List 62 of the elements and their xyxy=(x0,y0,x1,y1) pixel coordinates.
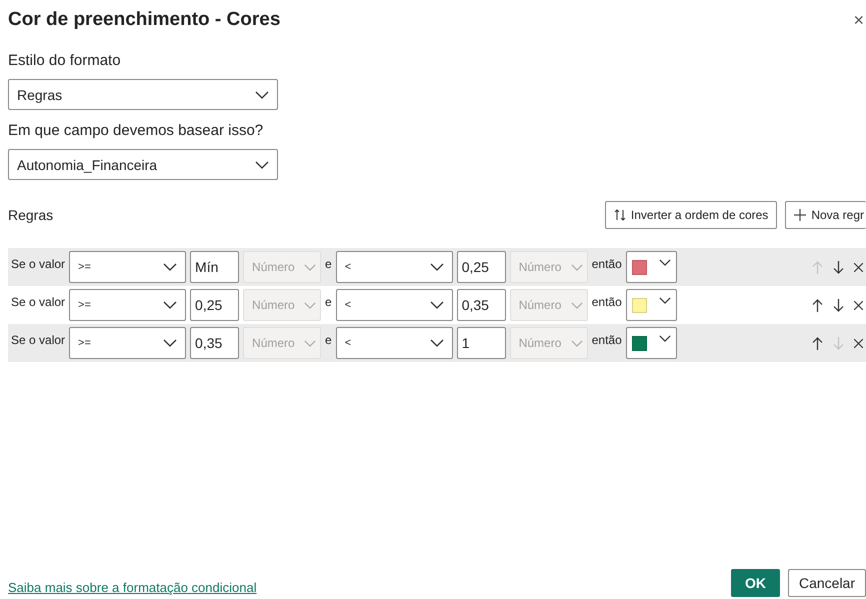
then-label: então xyxy=(592,295,622,309)
field-label: Em que campo devemos basear isso? xyxy=(8,122,264,139)
new-rule-button[interactable]: Nova regr xyxy=(785,201,866,229)
chevron-down-icon xyxy=(570,302,583,308)
chevron-down-icon xyxy=(163,339,178,347)
condition-label: Se o valor xyxy=(11,295,66,309)
operator-dropdown[interactable]: >= xyxy=(69,251,186,283)
condition-label: Se o valor xyxy=(11,257,66,271)
and-label: e xyxy=(325,333,332,347)
delete-icon[interactable] xyxy=(854,262,863,272)
chevron-down-icon xyxy=(658,335,671,342)
ok-button[interactable]: OK xyxy=(730,569,780,597)
reverse-colors-button[interactable]: Inverter a ordem de cores xyxy=(604,201,778,229)
chevron-down-icon xyxy=(658,297,671,304)
move-down-icon[interactable] xyxy=(833,298,844,312)
chevron-down-icon xyxy=(430,301,444,309)
rules-label: Regras xyxy=(8,207,54,223)
chevron-down-icon xyxy=(304,264,316,270)
learn-more-link[interactable]: Saiba mais sobre a formatação condicional xyxy=(8,580,257,595)
and-label: e xyxy=(325,295,332,309)
delete-icon[interactable] xyxy=(854,300,863,310)
value-input[interactable]: 0,25 xyxy=(456,251,506,283)
cancel-button[interactable]: Cancelar xyxy=(788,569,866,597)
and-label: e xyxy=(325,257,332,271)
chevron-down-icon xyxy=(255,160,269,168)
chevron-down-icon xyxy=(570,264,583,270)
chevron-down-icon xyxy=(255,90,269,98)
sort-arrows-icon xyxy=(614,209,626,221)
format-style-dropdown[interactable]: Regras xyxy=(8,79,278,110)
value-input[interactable]: 0,35 xyxy=(190,327,240,359)
value-input[interactable]: 1 xyxy=(456,327,506,359)
then-label: então xyxy=(592,257,622,271)
operator-dropdown[interactable]: >= xyxy=(69,289,186,321)
operator-dropdown[interactable]: < xyxy=(336,289,453,321)
plus-icon xyxy=(794,209,806,221)
chevron-down-icon xyxy=(430,263,444,271)
chevron-down-icon xyxy=(570,340,583,346)
chevron-down-icon xyxy=(163,263,178,271)
delete-icon[interactable] xyxy=(854,338,863,348)
condition-label: Se o valor xyxy=(11,333,66,347)
color-picker[interactable] xyxy=(626,251,677,283)
value-input[interactable]: 0,35 xyxy=(456,289,506,321)
move-down-icon[interactable] xyxy=(833,260,844,274)
chevron-down-icon xyxy=(304,340,316,346)
close-button[interactable]: × xyxy=(851,10,866,30)
value-input[interactable]: 0,25 xyxy=(190,289,240,321)
move-up-icon[interactable] xyxy=(812,336,823,350)
color-picker[interactable] xyxy=(626,289,677,321)
chevron-down-icon xyxy=(304,302,316,308)
format-style-label: Estilo do formato xyxy=(8,52,122,69)
dialog-title: Cor de preenchimento - Cores xyxy=(8,9,280,31)
chevron-down-icon xyxy=(430,339,444,347)
move-up-icon[interactable] xyxy=(812,298,823,312)
operator-dropdown[interactable]: >= xyxy=(69,327,186,359)
value-input[interactable]: Mín xyxy=(190,251,240,283)
then-label: então xyxy=(592,333,622,347)
chevron-down-icon xyxy=(658,259,671,266)
chevron-down-icon xyxy=(163,301,178,309)
field-dropdown[interactable]: Autonomia_Financeira xyxy=(8,149,278,180)
operator-dropdown[interactable]: < xyxy=(336,251,453,283)
operator-dropdown[interactable]: < xyxy=(336,327,453,359)
color-picker[interactable] xyxy=(626,327,677,359)
